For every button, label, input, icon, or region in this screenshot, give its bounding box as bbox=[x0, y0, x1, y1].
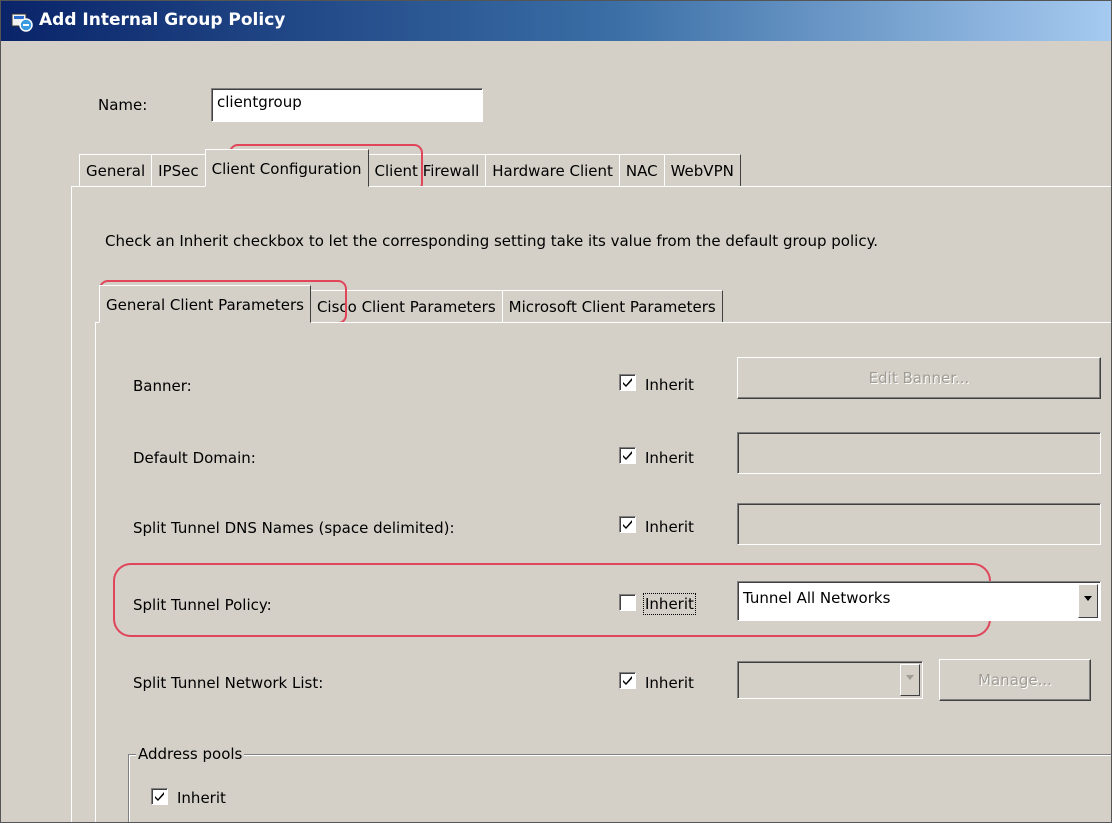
split-list-inherit-checkbox[interactable] bbox=[619, 672, 636, 689]
banner-label: Banner: bbox=[133, 377, 192, 395]
tab-general-client-parameters[interactable]: General Client Parameters bbox=[99, 285, 311, 323]
tab-nac[interactable]: NAC bbox=[618, 154, 665, 186]
split-dns-inherit-checkbox[interactable] bbox=[619, 516, 636, 533]
address-pools-inherit-checkbox[interactable] bbox=[151, 788, 168, 805]
instruction-text: Check an Inherit checkbox to let the cor… bbox=[105, 232, 879, 250]
app-icon bbox=[11, 13, 33, 32]
checkmark-icon bbox=[623, 520, 632, 529]
default-domain-label: Default Domain: bbox=[133, 449, 256, 467]
tab-webvpn[interactable]: WebVPN bbox=[663, 154, 741, 186]
split-tunnel-policy-select[interactable]: Tunnel All Networks bbox=[737, 581, 1101, 621]
name-label: Name: bbox=[98, 96, 148, 114]
address-pools-group bbox=[128, 754, 1111, 822]
tab-client-configuration[interactable]: Client Configuration bbox=[204, 149, 369, 187]
split-dns-input[interactable] bbox=[737, 503, 1101, 545]
name-input-value: clientgroup bbox=[217, 93, 302, 111]
dropdown-arrow-icon[interactable] bbox=[900, 664, 920, 696]
checkmark-icon bbox=[623, 451, 632, 460]
split-tunnel-policy-value: Tunnel All Networks bbox=[743, 589, 891, 607]
banner-inherit-label: Inherit bbox=[645, 376, 694, 394]
split-dns-label: Split Tunnel DNS Names (space delimited)… bbox=[133, 519, 455, 537]
dropdown-arrow-icon[interactable] bbox=[1078, 584, 1098, 618]
default-domain-input[interactable] bbox=[737, 432, 1101, 474]
address-pools-legend: Address pools bbox=[136, 745, 245, 763]
split-policy-inherit-label: Inherit bbox=[643, 593, 696, 615]
split-list-label: Split Tunnel Network List: bbox=[133, 674, 324, 692]
tab-hardware-client[interactable]: Hardware Client bbox=[485, 154, 620, 186]
split-policy-inherit-checkbox[interactable] bbox=[619, 594, 636, 611]
title-bar[interactable]: Add Internal Group Policy bbox=[1, 1, 1111, 41]
checkmark-icon bbox=[623, 676, 632, 685]
tab-microsoft-client-parameters[interactable]: Microsoft Client Parameters bbox=[501, 290, 723, 322]
banner-inherit-checkbox[interactable] bbox=[619, 374, 636, 391]
tab-cisco-client-parameters[interactable]: Cisco Client Parameters bbox=[309, 290, 503, 322]
manage-button[interactable]: Manage... bbox=[939, 659, 1091, 701]
edit-banner-button[interactable]: Edit Banner... bbox=[737, 357, 1101, 399]
default-domain-inherit-label: Inherit bbox=[645, 449, 694, 467]
name-input[interactable]: clientgroup bbox=[211, 88, 483, 122]
checkmark-icon bbox=[623, 378, 632, 387]
split-dns-inherit-label: Inherit bbox=[645, 518, 694, 536]
sub-tab-strip: General Client Parameters Cisco Client P… bbox=[99, 285, 723, 323]
split-list-select[interactable] bbox=[737, 661, 923, 699]
address-pools-inherit-label: Inherit bbox=[177, 789, 226, 807]
tab-ipsec[interactable]: IPSec bbox=[151, 154, 206, 186]
window-title: Add Internal Group Policy bbox=[39, 10, 286, 30]
dialog-window: Add Internal Group Policy Name: clientgr… bbox=[0, 0, 1112, 823]
main-tab-strip: General IPSec Client Configuration Clien… bbox=[79, 149, 741, 187]
tab-general[interactable]: General bbox=[79, 154, 153, 186]
tab-client-firewall[interactable]: Client Firewall bbox=[367, 154, 487, 186]
default-domain-inherit-checkbox[interactable] bbox=[619, 447, 636, 464]
checkmark-icon bbox=[155, 792, 164, 801]
split-list-inherit-label: Inherit bbox=[645, 674, 694, 692]
split-policy-label: Split Tunnel Policy: bbox=[133, 596, 272, 614]
